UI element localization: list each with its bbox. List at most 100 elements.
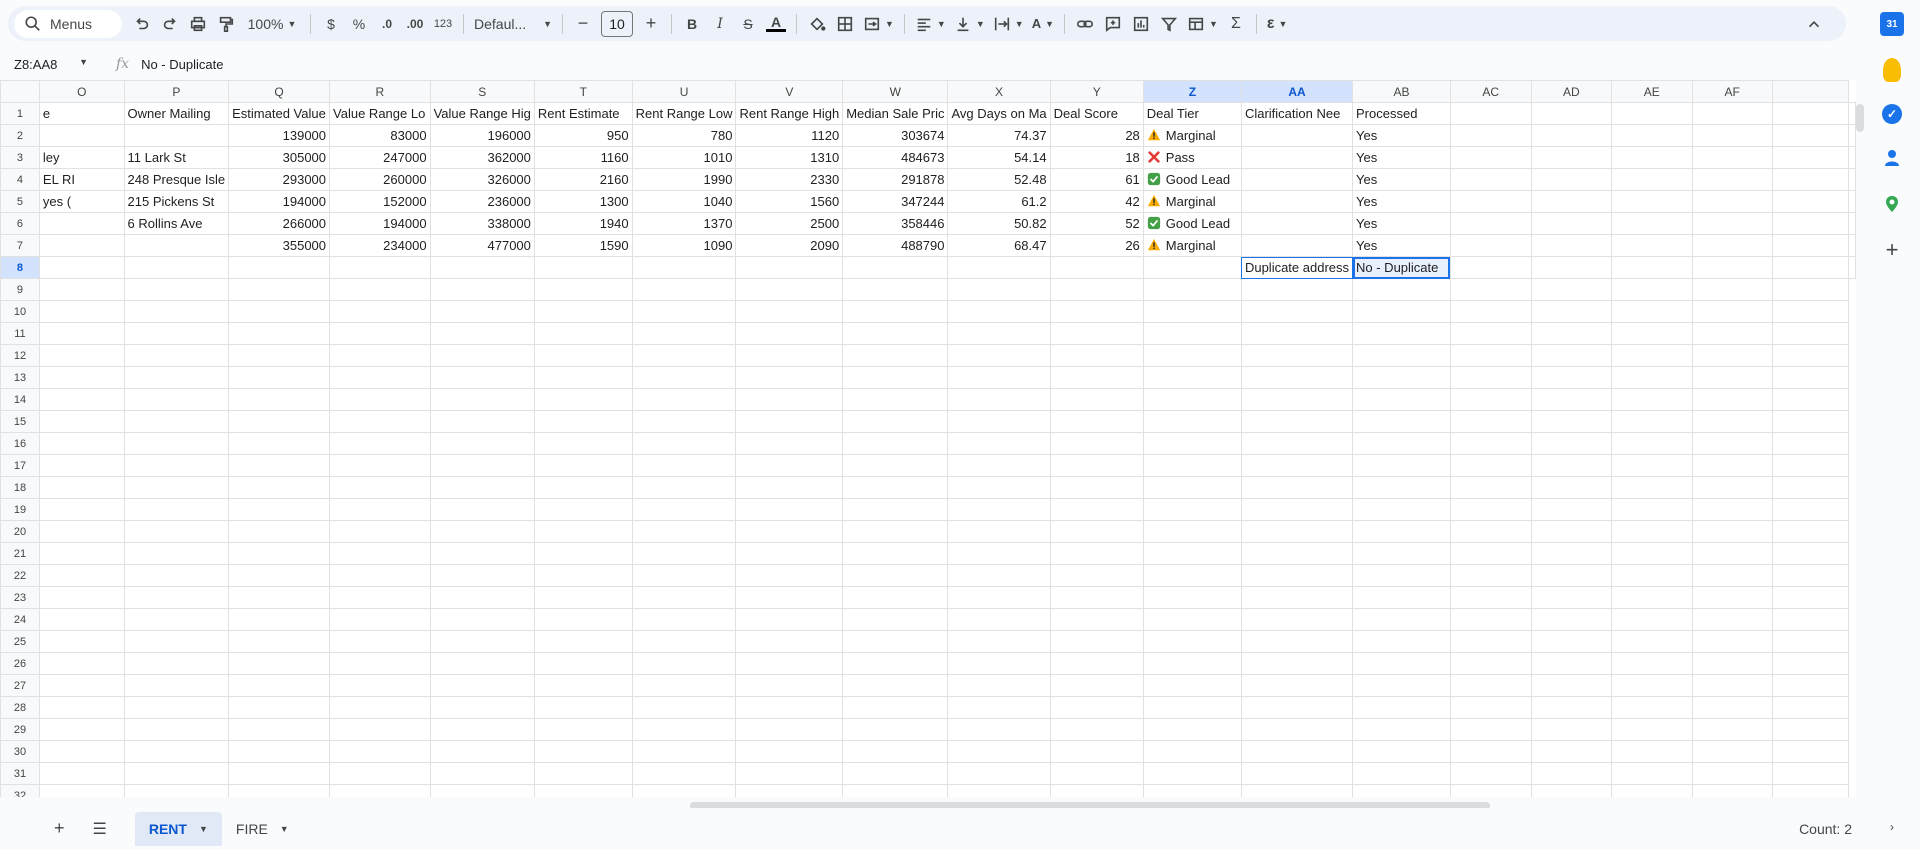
cell[interactable]	[228, 674, 331, 697]
cell[interactable]	[123, 366, 230, 389]
cell[interactable]	[329, 674, 431, 697]
cell[interactable]: Yes	[1352, 234, 1451, 257]
cell[interactable]	[123, 564, 230, 587]
cell[interactable]	[1771, 652, 1850, 675]
cell[interactable]	[1530, 564, 1613, 587]
cell[interactable]	[947, 652, 1051, 675]
cell[interactable]	[947, 630, 1051, 653]
cell[interactable]	[1240, 608, 1354, 631]
cell[interactable]	[533, 300, 633, 323]
cell[interactable]	[1611, 388, 1693, 411]
cell[interactable]	[1049, 388, 1144, 411]
cell[interactable]: Estimated Value	[228, 102, 331, 125]
column-header-x[interactable]: X	[947, 80, 1051, 103]
row-header[interactable]: 7	[0, 234, 40, 257]
cell[interactable]	[429, 388, 535, 411]
cell[interactable]	[429, 542, 535, 565]
cell[interactable]	[1611, 520, 1693, 543]
cell[interactable]	[123, 608, 230, 631]
column-header-ad[interactable]: AD	[1530, 80, 1613, 103]
cell[interactable]	[123, 784, 230, 797]
column-header-q[interactable]: Q	[228, 80, 331, 103]
cell[interactable]	[1142, 322, 1242, 345]
cell[interactable]: 362000	[429, 146, 535, 169]
cell[interactable]: Good Lead	[1142, 212, 1242, 235]
cell[interactable]	[947, 476, 1051, 499]
cell[interactable]: 152000	[329, 190, 431, 213]
cell[interactable]	[1449, 652, 1532, 675]
cell[interactable]	[1611, 696, 1693, 719]
cell[interactable]	[429, 520, 535, 543]
cell[interactable]	[1691, 630, 1773, 653]
cell[interactable]	[228, 740, 331, 763]
cell[interactable]	[1530, 476, 1613, 499]
row-header[interactable]: 20	[0, 520, 40, 543]
cell[interactable]	[1691, 410, 1773, 433]
cell[interactable]	[329, 278, 431, 301]
cell[interactable]	[735, 256, 844, 279]
cell[interactable]	[1049, 740, 1144, 763]
decrease-decimal-button[interactable]: .0	[373, 10, 401, 38]
cell[interactable]	[429, 454, 535, 477]
cell[interactable]	[1049, 520, 1144, 543]
cell[interactable]	[631, 388, 737, 411]
cell[interactable]: Median Sale Pric	[842, 102, 949, 125]
cell[interactable]	[1691, 344, 1773, 367]
cell[interactable]	[1611, 366, 1693, 389]
cell[interactable]	[1352, 586, 1451, 609]
cell[interactable]	[1240, 630, 1354, 653]
cell[interactable]	[1691, 234, 1773, 257]
cell[interactable]	[1240, 322, 1354, 345]
row-header[interactable]: 11	[0, 322, 40, 345]
cell[interactable]	[1530, 410, 1613, 433]
cell[interactable]	[1530, 630, 1613, 653]
filter-views-button[interactable]: ▼	[1183, 10, 1222, 38]
cell[interactable]	[735, 520, 844, 543]
cell[interactable]	[842, 542, 949, 565]
cell[interactable]	[123, 762, 230, 785]
cell[interactable]	[1611, 410, 1693, 433]
cell[interactable]	[1771, 784, 1850, 797]
cell[interactable]	[631, 322, 737, 345]
cell[interactable]	[533, 322, 633, 345]
cell[interactable]	[1691, 674, 1773, 697]
cell[interactable]	[1611, 168, 1693, 191]
cell[interactable]	[1240, 586, 1354, 609]
cell[interactable]	[1449, 190, 1532, 213]
cell[interactable]	[1049, 652, 1144, 675]
cell[interactable]	[735, 344, 844, 367]
cell[interactable]	[38, 520, 125, 543]
cell[interactable]	[1049, 696, 1144, 719]
input-tools-button[interactable]: ε ▼	[1263, 10, 1292, 38]
cell[interactable]	[1240, 234, 1354, 257]
cell[interactable]	[1530, 586, 1613, 609]
cell[interactable]	[1352, 718, 1451, 741]
row-header[interactable]: 25	[0, 630, 40, 653]
cell[interactable]	[1771, 278, 1850, 301]
cell[interactable]	[1530, 498, 1613, 521]
column-header-r[interactable]: R	[329, 80, 431, 103]
cell[interactable]	[842, 322, 949, 345]
cell[interactable]	[1691, 520, 1773, 543]
cell[interactable]	[329, 564, 431, 587]
row-header[interactable]: 12	[0, 344, 40, 367]
row-header[interactable]: 24	[0, 608, 40, 631]
decrease-font-size-button[interactable]: −	[569, 10, 597, 38]
cell[interactable]	[1530, 454, 1613, 477]
cell[interactable]	[1240, 410, 1354, 433]
column-header-ab[interactable]: AB	[1352, 80, 1451, 103]
cell[interactable]	[1771, 564, 1850, 587]
cell[interactable]	[429, 696, 535, 719]
cell[interactable]	[631, 696, 737, 719]
cell[interactable]	[1240, 542, 1354, 565]
cell[interactable]: 54.14	[947, 146, 1051, 169]
cell[interactable]: 488790	[842, 234, 949, 257]
cell[interactable]	[228, 696, 331, 719]
cell[interactable]	[1771, 102, 1850, 125]
cell[interactable]	[631, 674, 737, 697]
cell[interactable]	[1611, 432, 1693, 455]
print-button[interactable]	[184, 10, 212, 38]
insert-chart-button[interactable]	[1127, 10, 1155, 38]
column-header-aa[interactable]: AA	[1240, 80, 1354, 103]
cell[interactable]	[1449, 476, 1532, 499]
